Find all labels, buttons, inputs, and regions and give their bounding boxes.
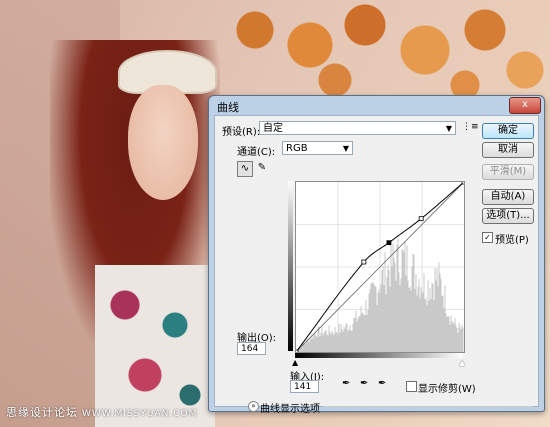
curve-point-icon[interactable]: ∿ xyxy=(237,161,253,177)
channel-value: RGB xyxy=(286,143,308,154)
face xyxy=(128,85,198,200)
show-clipping-checkbox[interactable] xyxy=(406,381,417,392)
channel-label: 通道(C): xyxy=(237,147,276,158)
expand-options-icon[interactable]: » xyxy=(248,401,259,412)
dress xyxy=(95,265,215,427)
eyedropper-black-icon[interactable]: ✒ xyxy=(342,378,350,389)
curve-point[interactable] xyxy=(461,182,464,185)
options-divider xyxy=(323,406,533,407)
curve-point[interactable] xyxy=(361,259,367,265)
output-gradient-bar xyxy=(288,181,293,351)
close-button[interactable]: x xyxy=(509,97,541,114)
checkmark-icon: ✓ xyxy=(484,233,491,242)
ok-button[interactable]: 确定 xyxy=(482,123,534,139)
cancel-button[interactable]: 取消 xyxy=(482,142,534,158)
curve-point[interactable] xyxy=(386,240,392,246)
title-bar[interactable]: 曲线 x xyxy=(209,96,544,114)
chevron-down-icon: ▼ xyxy=(445,124,452,133)
curve-svg xyxy=(296,182,464,352)
smooth-button[interactable]: 平滑(M) xyxy=(482,164,534,180)
histogram xyxy=(296,238,464,352)
channel-select[interactable]: RGB ▼ xyxy=(282,141,353,155)
watermark: 思缘设计论坛 WWW.MISSYUAN.COM xyxy=(6,404,197,420)
preset-select[interactable]: 自定 ▼ xyxy=(259,121,456,135)
dialog-body: 预设(R): 自定 ▼ ⋮≡ 通道(C): RGB ▼ ∿ ✎ ▲ ▲ 输出(O… xyxy=(214,115,539,415)
black-point-slider[interactable]: ▲ xyxy=(292,359,298,367)
curve-graph[interactable] xyxy=(295,181,465,353)
eyedropper-white-icon[interactable]: ✒ xyxy=(378,378,386,389)
pencil-icon[interactable]: ✎ xyxy=(255,161,269,175)
show-clipping-label: 显示修剪(W) xyxy=(418,384,476,395)
display-options-label: 曲线显示选项 xyxy=(260,404,320,415)
curve-point[interactable] xyxy=(296,349,299,352)
output-field[interactable]: 164 xyxy=(237,342,266,355)
curve-point[interactable] xyxy=(418,216,424,222)
preset-label: 预设(R): xyxy=(222,127,261,138)
preview-checkbox[interactable]: ✓ xyxy=(482,232,493,243)
chevron-down-icon: ▼ xyxy=(342,144,349,153)
eyedropper-gray-icon[interactable]: ✒ xyxy=(360,378,368,389)
preview-label: 预览(P) xyxy=(495,235,529,246)
list-menu-icon[interactable]: ⋮≡ xyxy=(462,122,479,132)
watermark-site: WWW.MISSYUAN.COM xyxy=(82,409,198,419)
input-gradient-bar xyxy=(295,353,463,358)
preset-value: 自定 xyxy=(263,123,283,134)
autumn-leaves xyxy=(215,0,550,95)
auto-button[interactable]: 自动(A) xyxy=(482,189,534,205)
input-field[interactable]: 141 xyxy=(290,380,319,393)
options-button[interactable]: 选项(T)... xyxy=(482,208,534,224)
watermark-text: 思缘设计论坛 xyxy=(6,406,78,419)
dialog-title: 曲线 xyxy=(217,101,239,114)
close-icon: x xyxy=(522,99,528,110)
curves-dialog: 曲线 x 预设(R): 自定 ▼ ⋮≡ 通道(C): RGB ▼ ∿ ✎ ▲ ▲… xyxy=(208,95,545,415)
white-point-slider[interactable]: ▲ xyxy=(459,359,465,367)
